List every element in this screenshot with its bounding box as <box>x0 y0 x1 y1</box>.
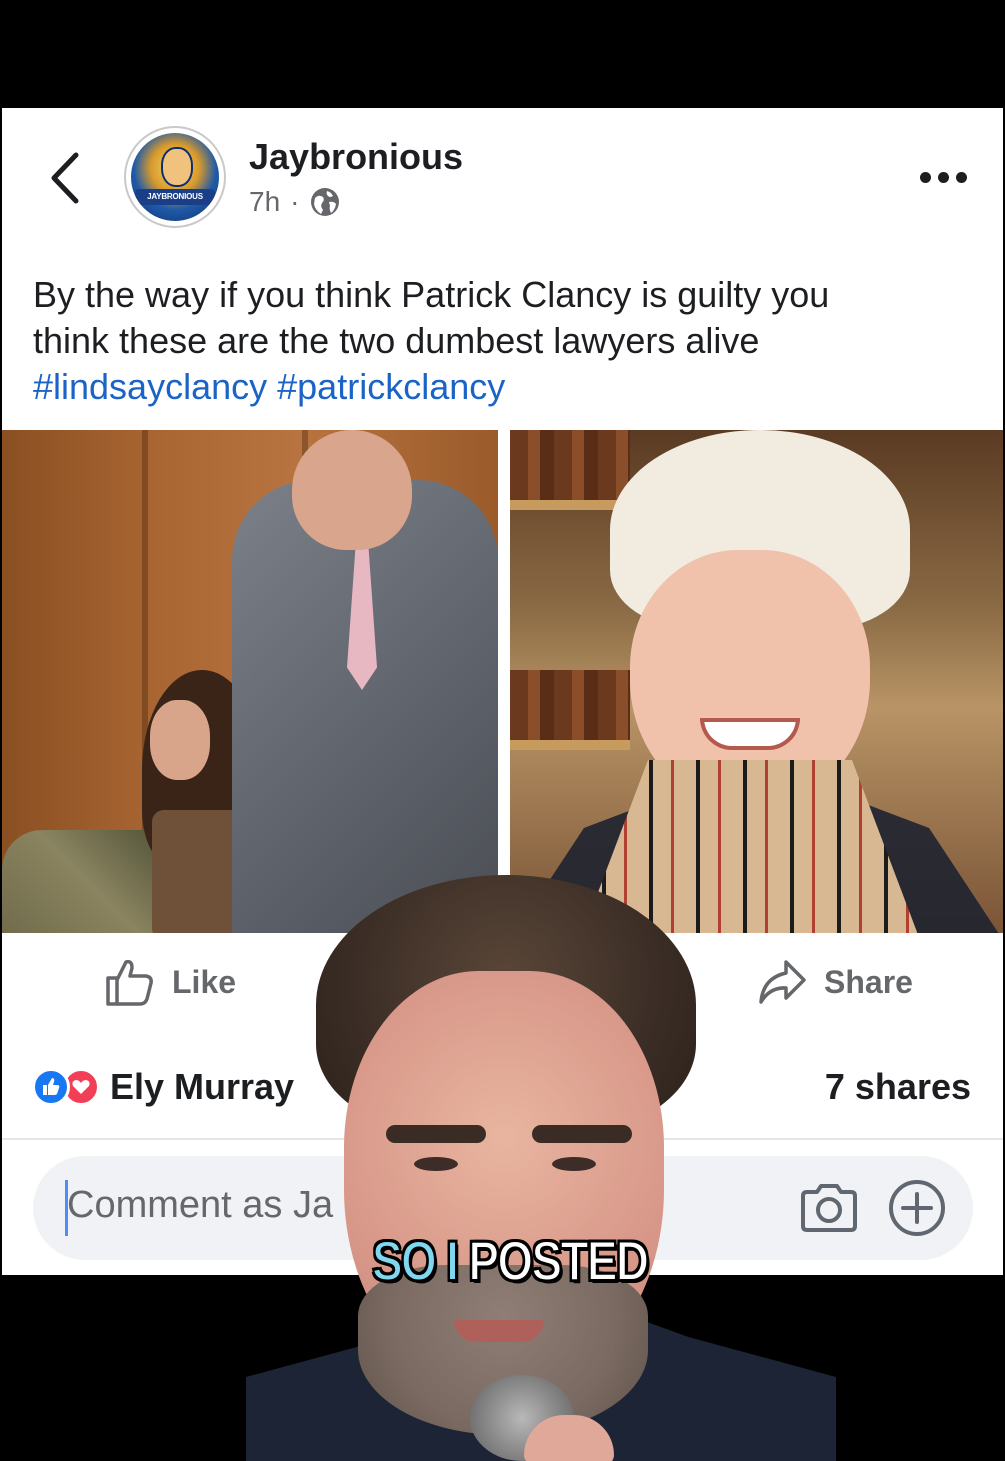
hashtag-link[interactable]: #lindsayclancy <box>33 366 267 407</box>
bookshelf-shelf <box>510 740 630 750</box>
like-button[interactable]: Like <box>104 956 236 1008</box>
like-reaction-icon <box>32 1068 70 1106</box>
video-caption: SO I POSTED <box>371 1228 650 1293</box>
lawyer-head <box>292 430 412 550</box>
caption-highlight: SO I <box>371 1228 469 1293</box>
post-body: By the way if you think Patrick Clancy i… <box>33 272 973 410</box>
presenter-eye <box>414 1157 458 1171</box>
bookshelf-books <box>510 670 630 740</box>
avatar-banner-text: JAYBRONIOUS <box>135 189 215 205</box>
post-text-line: think these are the two dumbest lawyers … <box>33 320 760 361</box>
meta-separator: · <box>290 186 300 217</box>
avatar-bust-graphic <box>161 147 193 187</box>
post-hashtags: #lindsayclancy #patrickclancy <box>33 364 973 410</box>
back-button[interactable] <box>40 148 90 208</box>
bookshelf-books <box>510 430 630 500</box>
avatar-logo: JAYBRONIOUS <box>131 133 219 221</box>
more-options-icon <box>919 171 931 183</box>
post-photo-courtroom[interactable] <box>2 430 498 933</box>
add-attachment-button[interactable] <box>885 1176 949 1240</box>
like-label: Like <box>172 963 237 1000</box>
presenter-overlay <box>246 875 836 1461</box>
share-label: Share <box>824 963 913 1000</box>
shares-count[interactable]: 7 shares <box>825 1066 971 1108</box>
video-top-bar <box>0 0 1005 108</box>
presenter-eye <box>552 1157 596 1171</box>
post-time: 7h <box>249 186 281 217</box>
presenter-eyebrow <box>532 1125 632 1143</box>
back-chevron-icon <box>51 152 79 204</box>
bookshelf-shelf <box>510 500 630 510</box>
post-text-line: By the way if you think Patrick Clancy i… <box>33 274 830 315</box>
more-options-icon-dot <box>955 171 967 183</box>
author-name[interactable]: Jaybronious <box>249 136 463 178</box>
seated-woman-face <box>150 700 210 780</box>
globe-icon <box>311 188 340 216</box>
plus-circle-icon <box>889 1180 945 1236</box>
post-photo-portrait[interactable] <box>510 430 1003 933</box>
more-options-icon-dot <box>937 171 949 183</box>
hashtag-link[interactable]: #patrickclancy <box>277 366 505 407</box>
more-options-button[interactable] <box>915 160 971 194</box>
thumbs-up-icon <box>106 959 153 1006</box>
post-meta: 7h · <box>249 186 341 218</box>
author-avatar[interactable]: JAYBRONIOUS <box>124 126 226 228</box>
caption-text: POSTED <box>468 1228 650 1293</box>
presenter-eyebrow <box>386 1125 486 1143</box>
presenter-mouth <box>454 1320 544 1342</box>
